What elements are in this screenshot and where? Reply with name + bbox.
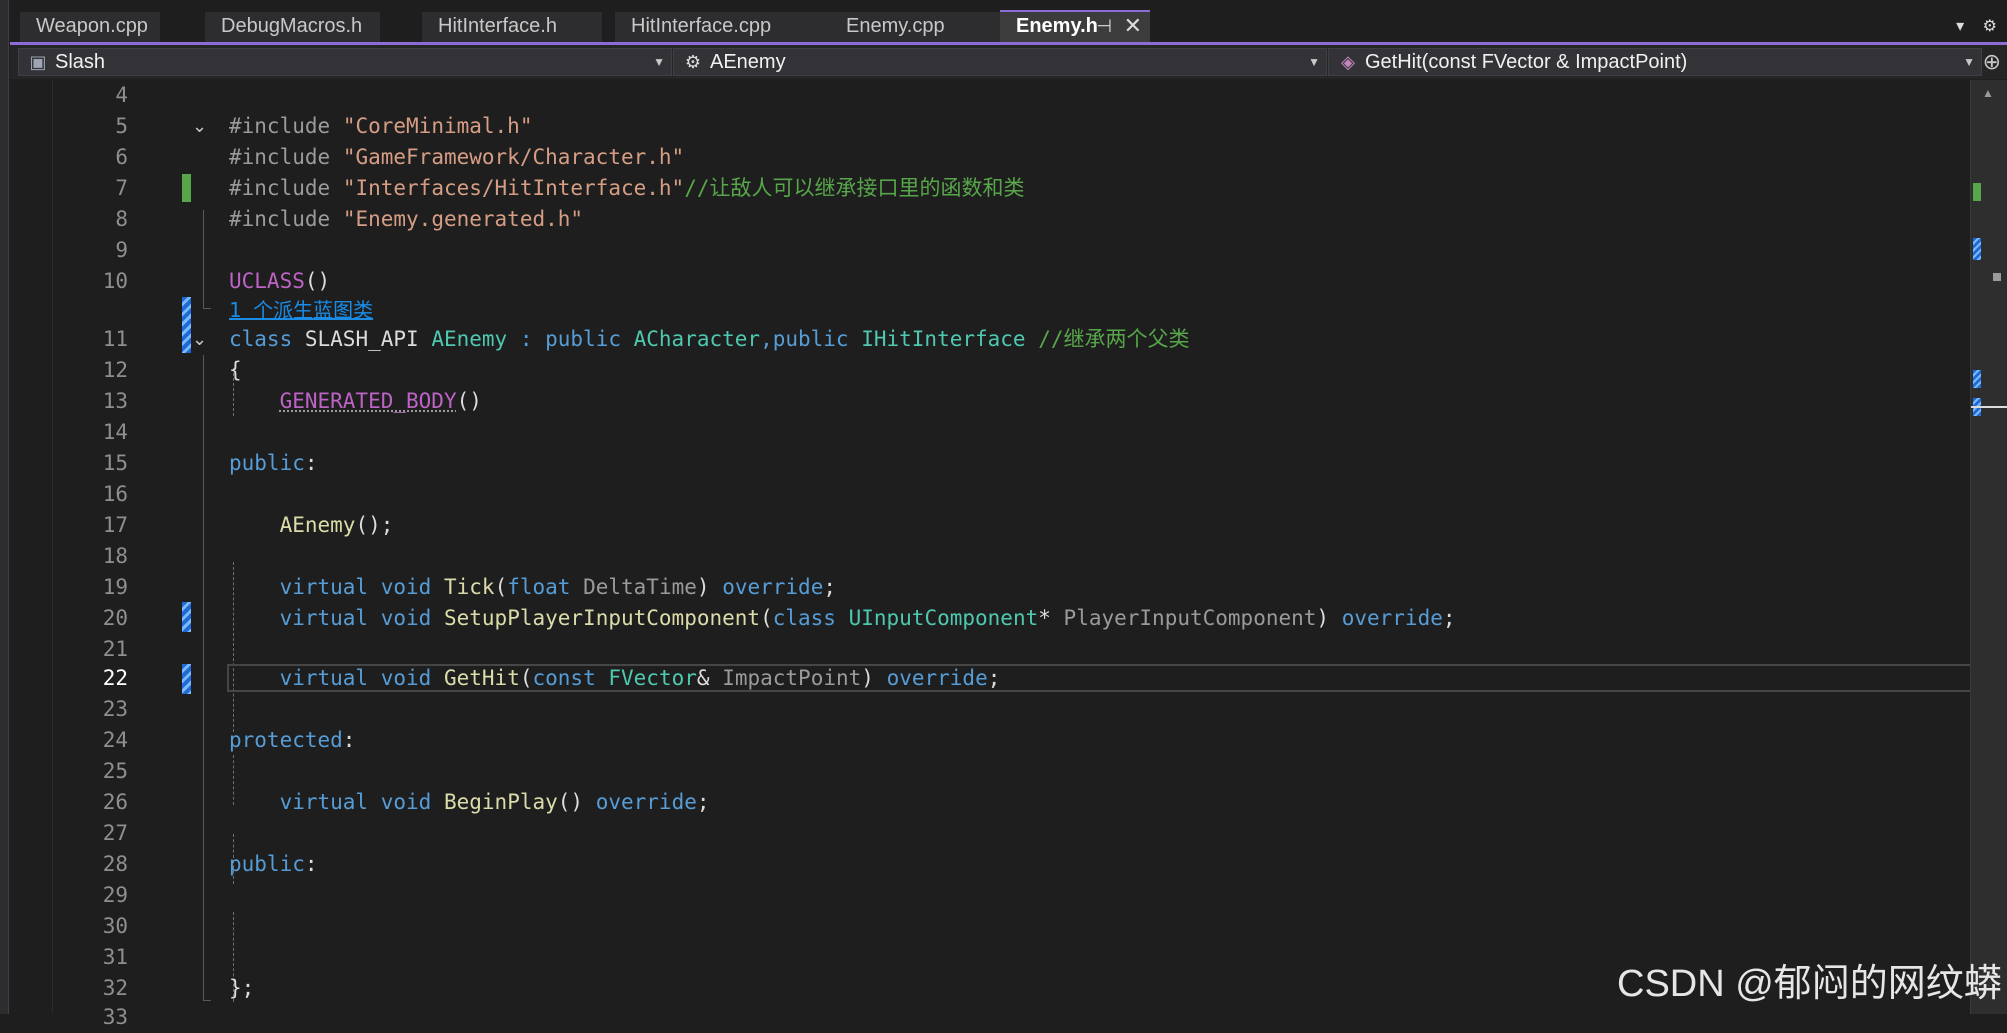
code-line: 27	[10, 818, 1970, 849]
line-number: 22	[102, 666, 128, 690]
overview-change-marker	[1973, 238, 1981, 260]
code-line: 9	[10, 235, 1970, 266]
code-line: 24 protected:	[10, 725, 1970, 756]
tab-enemy-h[interactable]: Enemy.h ⊣ ✕	[1000, 10, 1150, 42]
line-number: 24	[102, 728, 128, 752]
line-number: 17	[102, 513, 128, 537]
tab-overflow-controls: ▾ ⚙	[1942, 16, 1997, 36]
line-number: 30	[102, 914, 128, 938]
document-tab-bar: Weapon.cpp DebugMacros.h HitInterface.h …	[10, 0, 2007, 45]
chevron-down-icon: ▼	[1963, 55, 1975, 69]
line-number: 4	[115, 83, 128, 107]
overview-change-marker	[1973, 183, 1981, 201]
line-number: 9	[115, 238, 128, 262]
code-line: 20 virtual void SetupPlayerInputComponen…	[10, 603, 1970, 634]
line-number: 8	[115, 207, 128, 231]
tab-hitinterface-cpp[interactable]: HitInterface.cpp	[615, 12, 830, 42]
code-line: 5 ⌄ #include "CoreMinimal.h"	[10, 111, 1970, 142]
line-number: 14	[102, 420, 128, 444]
member-dropdown[interactable]: ◈ GetHit(const FVector & ImpactPoint) ▼	[1328, 48, 1982, 76]
fold-toggle-icon[interactable]: ⌄	[192, 324, 207, 355]
line-number: 15	[102, 451, 128, 475]
tab-debugmacros-h[interactable]: DebugMacros.h	[205, 12, 380, 42]
caret-position-marker	[1971, 406, 2007, 408]
code-line: 12 {	[10, 355, 1970, 386]
line-number: 29	[102, 883, 128, 907]
code-editor[interactable]: 4 5 ⌄ #include "CoreMinimal.h" 6 #includ…	[10, 80, 1977, 1029]
csdn-watermark: CSDN @郁闷的网纹蟒	[1617, 963, 2002, 1005]
code-line: 17 AEnemy();	[10, 510, 1970, 541]
codelens-row: 1 个派生蓝图类	[10, 296, 1970, 324]
tab-weapon-cpp[interactable]: Weapon.cpp	[20, 12, 160, 42]
derived-blueprint-codelens-link[interactable]: 1 个派生蓝图类	[229, 296, 373, 324]
code-line: 18	[10, 541, 1970, 572]
tab-enemy-cpp[interactable]: Enemy.cpp	[830, 12, 1005, 42]
class-icon: ⚙	[684, 52, 702, 72]
project-dropdown[interactable]: ▣ Slash ▼	[18, 48, 672, 76]
scrollbar-thumb[interactable]	[1993, 273, 2001, 281]
left-toolbox-strip	[0, 0, 9, 1014]
code-line: 28 public:	[10, 849, 1970, 880]
code-line: 30	[10, 911, 1970, 942]
line-number: 20	[102, 606, 128, 630]
line-number: 18	[102, 544, 128, 568]
code-line: 25	[10, 756, 1970, 787]
line-number: 25	[102, 759, 128, 783]
code-line: 23	[10, 694, 1970, 725]
line-number: 28	[102, 852, 128, 876]
code-line: 15 public:	[10, 448, 1970, 479]
line-number: 16	[102, 482, 128, 506]
fold-toggle-icon[interactable]: ⌄	[192, 111, 207, 142]
code-line: 19 virtual void Tick(float DeltaTime) ov…	[10, 572, 1970, 603]
code-line: 4	[10, 80, 1970, 111]
navigation-bar: ▣ Slash ▼ ⚙ AEnemy ▼ ◈ GetHit(const FVec…	[10, 45, 2007, 79]
overview-change-marker	[1973, 370, 1981, 388]
line-number: 12	[102, 358, 128, 382]
code-line-current: 22 virtual void GetHit(const FVector& Im…	[10, 663, 1970, 694]
settings-gear-icon[interactable]: ⚙	[1983, 18, 1997, 35]
class-scope-dropdown[interactable]: ⚙ AEnemy ▼	[673, 48, 1327, 76]
code-line: 11 ⌄ class SLASH_API AEnemy : public ACh…	[10, 324, 1970, 355]
line-number: 31	[102, 945, 128, 969]
line-number: 7	[115, 176, 128, 200]
project-icon: ▣	[29, 52, 47, 72]
chevron-down-icon: ▼	[1308, 55, 1320, 69]
line-number: 23	[102, 697, 128, 721]
tab-hitinterface-h[interactable]: HitInterface.h	[422, 12, 602, 42]
line-number: 19	[102, 575, 128, 599]
tab-list-dropdown-icon[interactable]: ▾	[1956, 18, 1964, 35]
close-tab-icon[interactable]: ✕	[1124, 12, 1142, 40]
code-line: 10 UCLASS()	[10, 266, 1970, 297]
code-line: 13 GENERATED_BODY()	[10, 386, 1970, 417]
chevron-down-icon: ▼	[653, 55, 665, 69]
code-line: 7 #include "Interfaces/HitInterface.h"//…	[10, 173, 1970, 204]
line-number: 27	[102, 821, 128, 845]
line-number: 21	[102, 637, 128, 661]
code-line: 16	[10, 479, 1970, 510]
code-line: 6 #include "GameFramework/Character.h"	[10, 142, 1970, 173]
line-number: 13	[102, 389, 128, 413]
pin-tab-icon[interactable]: ⊣	[1096, 12, 1112, 40]
code-line: 29	[10, 880, 1970, 911]
split-window-icon[interactable]: ⊕	[1983, 51, 2001, 73]
line-number: 6	[115, 145, 128, 169]
vertical-scrollbar[interactable]: ▲	[1970, 80, 2007, 1014]
line-number: 32	[102, 976, 128, 1000]
line-number: 5	[115, 114, 128, 138]
line-number: 33	[102, 1005, 128, 1029]
code-line: 26 virtual void BeginPlay() override;	[10, 787, 1970, 818]
code-line: 21	[10, 634, 1970, 665]
line-number: 26	[102, 790, 128, 814]
scroll-up-icon[interactable]: ▲	[1982, 86, 1994, 100]
method-icon: ◈	[1341, 52, 1355, 72]
line-number: 11	[102, 327, 128, 351]
code-line: 14	[10, 417, 1970, 448]
code-line: 8 #include "Enemy.generated.h"	[10, 204, 1970, 235]
line-number: 10	[102, 269, 128, 293]
